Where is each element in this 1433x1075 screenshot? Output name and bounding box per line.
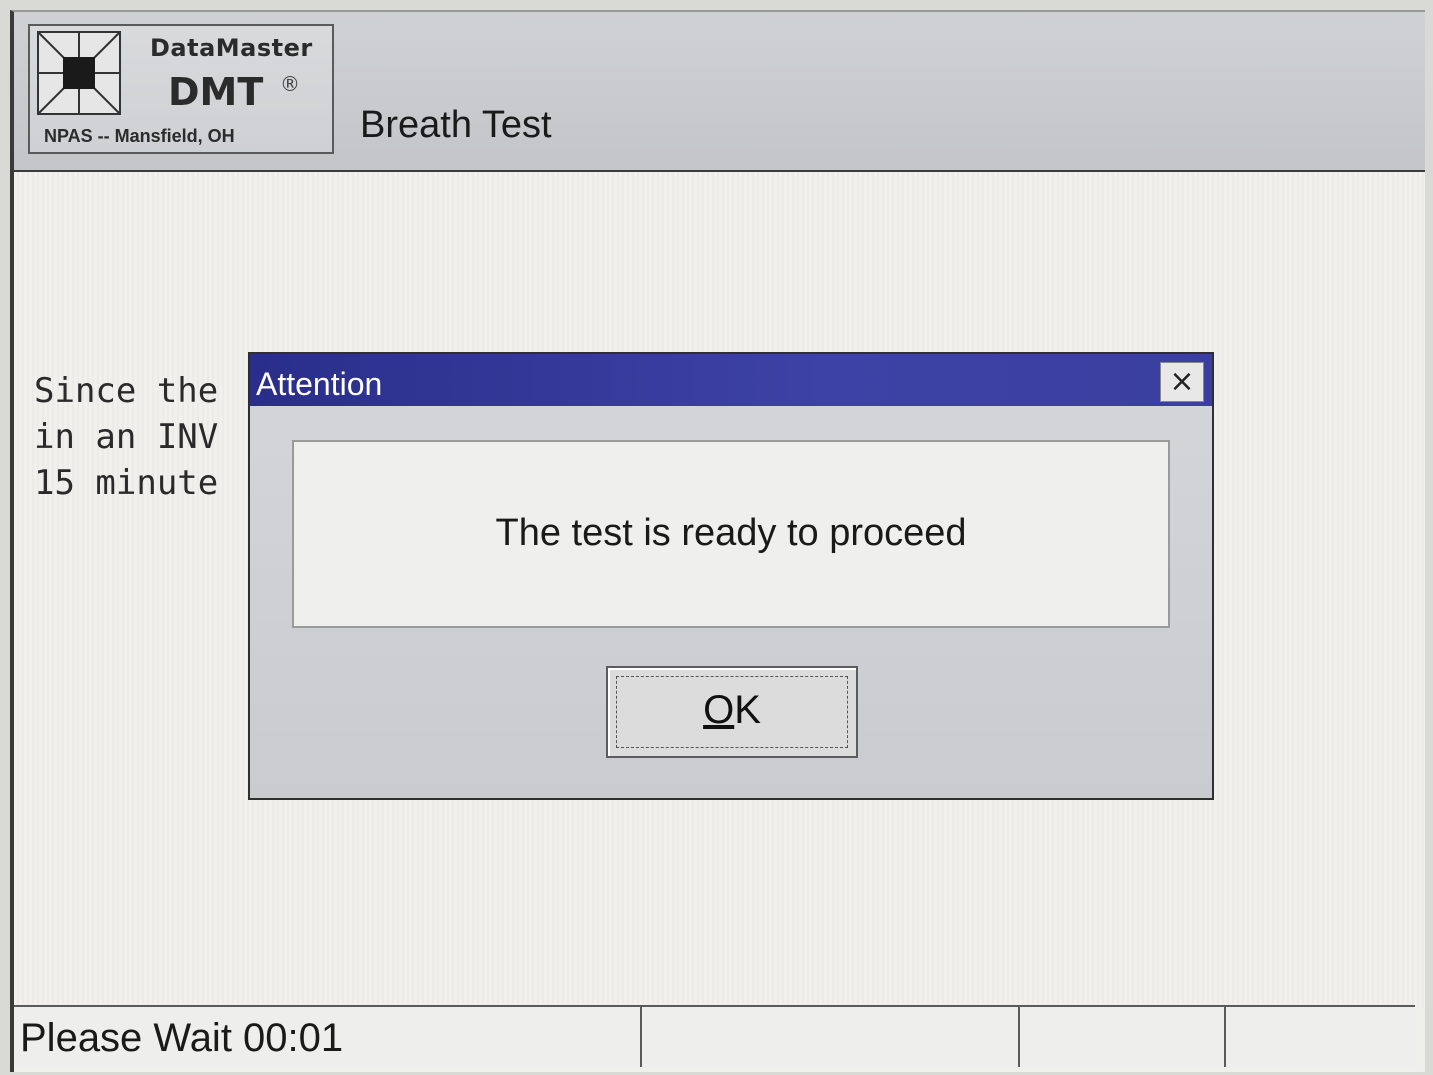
- instruction-line: Since the: [34, 371, 219, 411]
- attention-dialog: Attention × The test is ready to proceed…: [248, 352, 1214, 800]
- status-cell: [640, 1007, 1018, 1067]
- dialog-titlebar[interactable]: Attention ×: [250, 354, 1212, 406]
- status-text: Please Wait 00:01: [20, 1016, 344, 1060]
- status-cell: [1018, 1007, 1224, 1067]
- close-icon: ×: [1169, 364, 1195, 399]
- header-bar: DataMaster DMT ® NPAS -- Mansfield, OH B…: [14, 12, 1425, 172]
- dialog-message: The test is ready to proceed: [495, 512, 967, 554]
- logo-location: NPAS -- Mansfield, OH: [44, 126, 235, 146]
- message-panel: The test is ready to proceed: [292, 440, 1170, 628]
- page-title: Breath Test: [360, 104, 552, 146]
- datamaster-logo-icon: [37, 31, 121, 115]
- registered-mark: ®: [280, 72, 300, 96]
- ok-button-label: OK: [608, 688, 856, 733]
- close-button[interactable]: ×: [1160, 362, 1204, 402]
- ok-button[interactable]: OK: [606, 666, 858, 758]
- status-cell: [1224, 1007, 1415, 1067]
- logo-brand-name: DataMaster: [150, 34, 313, 62]
- instruction-line: 15 minute: [34, 463, 219, 503]
- dialog-title: Attention: [256, 366, 383, 402]
- instruction-line: in an INV: [34, 417, 219, 457]
- ok-label-rest: K: [734, 688, 761, 732]
- ok-mnemonic: O: [703, 688, 735, 732]
- logo-panel: DataMaster DMT ® NPAS -- Mansfield, OH: [28, 24, 334, 154]
- logo-model-name: DMT: [168, 70, 264, 114]
